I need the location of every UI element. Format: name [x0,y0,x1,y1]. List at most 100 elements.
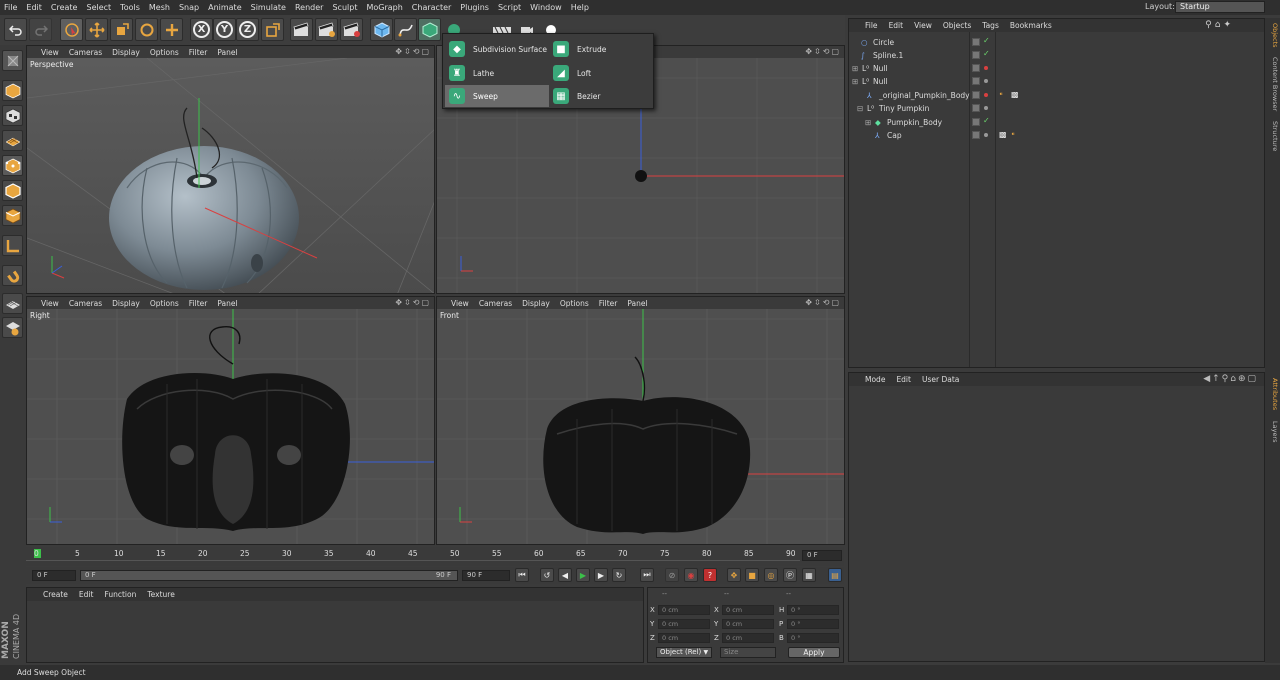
next-key-icon[interactable]: ↻ [612,568,626,582]
apply-button[interactable]: Apply [788,647,840,658]
start-frame-field[interactable]: 0 F [32,570,76,581]
snap-icon[interactable] [2,265,23,286]
visibility-toggle[interactable] [972,77,980,85]
expand-icon[interactable]: ⊞ [865,118,871,127]
viewport-nav-icons[interactable]: ✥⇳⟲▢ [805,47,841,56]
go-to-start-icon[interactable]: ⏮ [515,568,529,582]
vp-panel-menu[interactable]: Panel [217,48,237,57]
x-axis-lock[interactable]: X [190,18,213,41]
popup-item-loft[interactable]: ◢ Loft [549,62,653,84]
object-row[interactable]: ○ Circle ✓ [849,36,1264,49]
viewport-perspective[interactable]: View Cameras Display Options Filter Pane… [26,45,435,294]
om-objects-menu[interactable]: Objects [943,21,971,30]
timeline-ruler[interactable]: 0 5 10 15 20 25 30 35 40 45 50 55 60 65 … [26,547,844,566]
popup-item-lathe[interactable]: ♜ Lathe [445,62,549,84]
render-view-icon[interactable] [290,18,313,41]
object-row[interactable]: ⊟ L⁰ Tiny Pumpkin [849,102,1264,115]
undo-icon[interactable] [4,18,27,41]
om-tags-menu[interactable]: Tags [982,21,999,30]
am-userdata-menu[interactable]: User Data [922,375,959,384]
visibility-toggle[interactable] [972,131,980,139]
menu-render[interactable]: Render [295,3,323,12]
status-dot[interactable] [984,106,988,110]
viewport-nav-icons[interactable]: ✥⇳⟲▢ [395,47,431,56]
tab-structure[interactable]: Structure [1266,118,1279,154]
keyframe-parameter-icon[interactable]: Ⓟ [783,568,797,582]
workplane-lock-icon[interactable] [2,293,23,314]
layout-select[interactable]: Startup [1175,1,1265,13]
am-nav-icons[interactable]: ◀↑⚲⌂⊕▢ [1203,374,1258,384]
mm-create-menu[interactable]: Create [43,590,68,599]
expand-icon[interactable]: ⊞ [852,77,858,86]
add-icon[interactable] [160,18,183,41]
coordinate-mode-select[interactable]: Object (Rel) ▼ [656,647,712,658]
enabled-check[interactable]: ✓ [983,49,990,58]
material-tag-icon[interactable]: ▩ [999,130,1007,139]
previous-frame-icon[interactable]: ◀ [558,568,572,582]
previous-key-icon[interactable]: ↺ [540,568,554,582]
record-disabled-icon[interactable]: ⊘ [665,568,679,582]
size-z-field[interactable]: 0 cm [722,633,774,643]
keyframe-position-icon[interactable]: ✥ [727,568,741,582]
vp-cameras-menu[interactable]: Cameras [479,299,512,308]
am-mode-menu[interactable]: Mode [865,375,885,384]
render-picture-viewer-icon[interactable] [315,18,338,41]
keyframe-rotation-icon[interactable]: ◎ [764,568,778,582]
visibility-toggle[interactable] [972,38,980,46]
keyframe-scale-icon[interactable]: ■ [745,568,759,582]
tab-attributes[interactable]: Attributes [1266,374,1279,414]
tab-content-browser[interactable]: Content Browser [1266,54,1279,114]
edges-mode-icon[interactable] [2,180,23,201]
polygons-mode-icon[interactable] [2,205,23,226]
vp-view-menu[interactable]: View [41,48,59,57]
menu-tools[interactable]: Tools [120,3,140,12]
menu-sculpt[interactable]: Sculpt [332,3,357,12]
vp-display-menu[interactable]: Display [112,299,140,308]
tab-objects[interactable]: Objects [1266,20,1279,50]
vp-filter-menu[interactable]: Filter [189,48,208,57]
vp-filter-menu[interactable]: Filter [189,299,208,308]
make-editable-icon[interactable] [2,50,23,71]
locked-workplane-icon[interactable] [2,317,23,338]
popup-item-bezier[interactable]: ▦ Bezier [549,85,653,107]
visibility-toggle[interactable] [972,118,980,126]
vp-view-menu[interactable]: View [451,299,469,308]
axis-mode-icon[interactable] [2,235,23,256]
am-edit-menu[interactable]: Edit [896,375,911,384]
end-frame-field[interactable]: 90 F [462,570,510,581]
edit-render-settings-icon[interactable] [340,18,363,41]
visibility-toggle[interactable] [972,51,980,59]
frame-range-slider[interactable]: 0 F 90 F [80,570,458,581]
viewport-nav-icons[interactable]: ✥⇳⟲▢ [395,298,431,307]
keyframe-pla-icon[interactable]: ▦ [802,568,816,582]
model-mode-icon[interactable] [2,80,23,101]
vp-options-menu[interactable]: Options [150,48,179,57]
object-row[interactable]: ⊞ L⁰ Null [849,62,1264,75]
vp-cameras-menu[interactable]: Cameras [69,48,102,57]
disabled-dot[interactable] [984,66,988,70]
menu-animate[interactable]: Animate [208,3,242,12]
menu-mograph[interactable]: MoGraph [366,3,402,12]
viewport-front[interactable]: View Cameras Display Options Filter Pane… [436,296,845,545]
go-to-end-icon[interactable]: ⏭ [640,568,654,582]
vp-view-menu[interactable]: View [41,299,59,308]
viewport-nav-icons[interactable]: ✥⇳⟲▢ [805,298,841,307]
rotate-icon[interactable] [135,18,158,41]
rotation-p-field[interactable]: 0 ° [787,619,839,629]
record-active-objects-icon[interactable]: ◉ [684,568,698,582]
collapse-icon[interactable]: ⊟ [857,104,863,113]
menu-snap[interactable]: Snap [179,3,199,12]
world-coordinates-icon[interactable] [261,18,284,41]
scale-icon[interactable] [110,18,133,41]
menu-simulate[interactable]: Simulate [251,3,286,12]
object-row[interactable]: ⊞ L⁰ Null [849,75,1264,88]
current-frame-field[interactable]: 0 F [802,550,842,561]
vp-display-menu[interactable]: Display [112,48,140,57]
position-z-field[interactable]: 0 cm [658,633,710,643]
viewport-right[interactable]: View Cameras Display Options Filter Pane… [26,296,435,545]
position-x-field[interactable]: 0 cm [658,605,710,615]
om-bookmarks-menu[interactable]: Bookmarks [1010,21,1052,30]
autokeying-icon[interactable]: ? [703,568,717,582]
popup-item-subdivision-surface[interactable]: ◆ Subdivision Surface [445,38,549,60]
enabled-check[interactable]: ✓ [983,116,990,125]
